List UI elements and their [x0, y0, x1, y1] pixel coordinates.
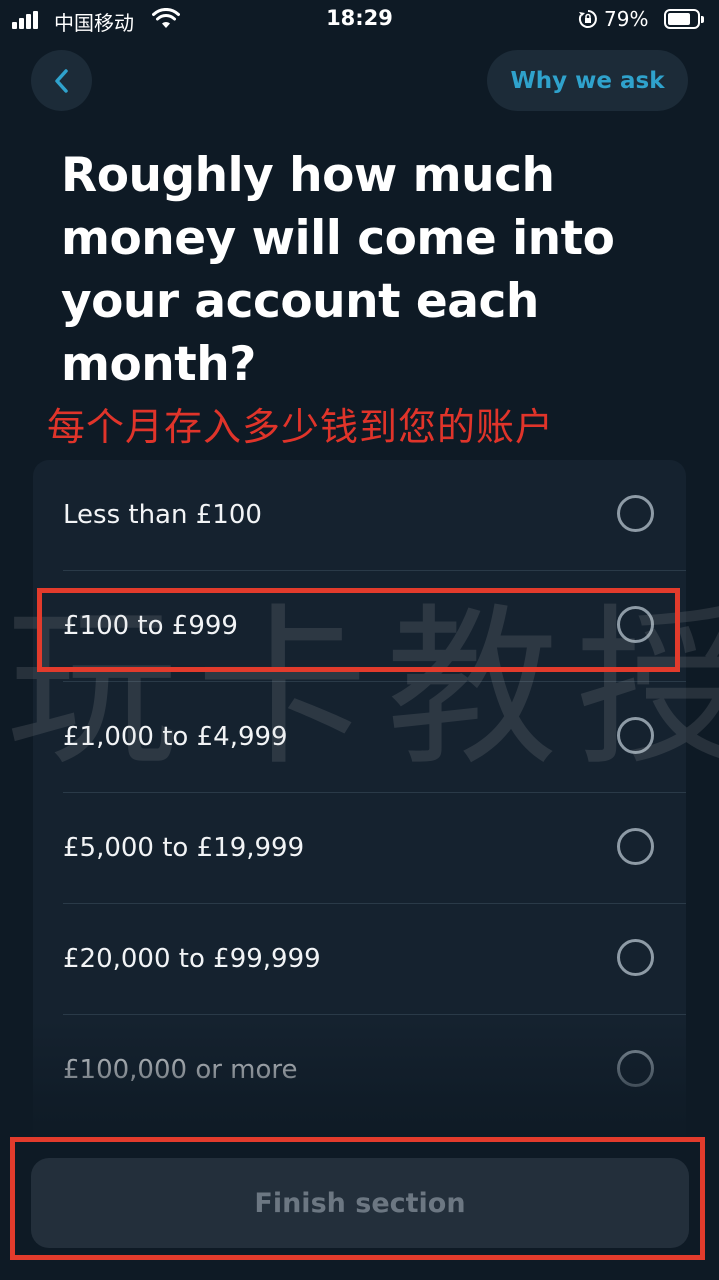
back-button[interactable] — [31, 50, 92, 111]
option-label: £5,000 to £19,999 — [63, 833, 305, 863]
option-100-to-999[interactable]: £100 to £999 — [63, 571, 686, 682]
battery-icon — [664, 9, 704, 29]
radio-button[interactable] — [617, 1050, 654, 1087]
option-20000-to-99999[interactable]: £20,000 to £99,999 — [63, 904, 686, 1015]
chevron-left-icon — [54, 68, 68, 93]
finish-section-button[interactable]: Finish section — [31, 1158, 689, 1248]
option-100000-or-more[interactable]: £100,000 or more — [63, 1015, 656, 1126]
radio-button[interactable] — [617, 717, 654, 754]
radio-button[interactable] — [617, 606, 654, 643]
radio-button[interactable] — [617, 495, 654, 532]
status-bar: 中国移动 18:29 79% — [0, 0, 719, 40]
why-we-ask-button[interactable]: Why we ask — [487, 50, 688, 111]
option-1000-to-4999[interactable]: £1,000 to £4,999 — [63, 682, 686, 793]
option-less-than-100[interactable]: Less than £100 — [63, 460, 686, 571]
radio-button[interactable] — [617, 939, 654, 976]
rotation-lock-icon — [578, 10, 597, 28]
option-5000-to-19999[interactable]: £5,000 to £19,999 — [63, 793, 686, 904]
battery-percent: 79% — [604, 7, 649, 31]
radio-button[interactable] — [617, 828, 654, 865]
question-title: Roughly how much money will come into yo… — [61, 148, 615, 392]
option-label: £20,000 to £99,999 — [63, 944, 321, 974]
option-label: £1,000 to £4,999 — [63, 722, 288, 752]
chinese-annotation: 每个月存入多少钱到您的账户 — [47, 405, 555, 449]
option-label: Less than £100 — [63, 500, 262, 530]
option-label: £100 to £999 — [63, 611, 238, 641]
options-list: Less than £100 £100 to £999 £1,000 to £4… — [33, 460, 686, 1180]
option-label: £100,000 or more — [63, 1055, 298, 1085]
